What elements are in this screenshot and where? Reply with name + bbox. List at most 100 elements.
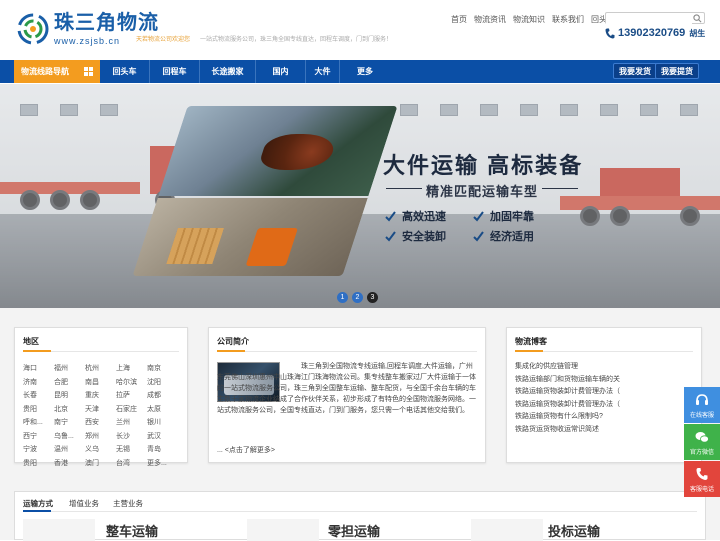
welcome-text: 天若物流公司欢迎您 xyxy=(136,37,191,43)
region-link[interactable]: 太原 xyxy=(147,404,178,416)
region-link[interactable]: 无锡 xyxy=(116,444,147,456)
region-link[interactable]: 台湾 xyxy=(116,458,147,470)
nav-item-long-distance-moving[interactable]: 长途搬家 xyxy=(200,60,256,83)
region-link[interactable]: 福州 xyxy=(54,363,85,375)
service-card-image xyxy=(23,519,95,541)
region-link[interactable]: 天津 xyxy=(85,404,116,416)
region-grid: 海口 福州 杭州 上海 南京 济南 合肥 南昌 哈尔滨 沈阳 长春 昆明 重庆 拉萨 成都 贵阳 北京 天津 石家庄… xyxy=(23,363,178,469)
news-item[interactable]: 集成化的供应链管理 xyxy=(515,361,620,374)
check-icon xyxy=(473,230,484,242)
news-item[interactable]: 铁路运输货物装卸计费管理办法（ xyxy=(515,399,620,412)
feature-item: 经济适用 xyxy=(473,228,561,244)
region-link[interactable]: 海口 xyxy=(23,363,54,375)
region-link[interactable]: 乌鲁... xyxy=(54,431,85,443)
region-link[interactable]: 兰州 xyxy=(116,417,147,429)
phone-number: 13902320769 xyxy=(618,27,686,39)
region-link[interactable]: 南京 xyxy=(147,363,178,375)
float-online-service[interactable]: 在线客服 xyxy=(684,387,720,423)
region-link[interactable]: 长沙 xyxy=(116,431,147,443)
check-icon xyxy=(385,230,396,242)
tab-transport-mode[interactable]: 运输方式 xyxy=(23,498,53,509)
headset-icon xyxy=(696,393,708,405)
news-item[interactable]: 铁路运输货物有什么限制吗? xyxy=(515,411,620,424)
phone-contact: 13902320769 胡生 xyxy=(605,27,705,39)
region-link[interactable]: 石家庄 xyxy=(116,404,147,416)
tab-value-added[interactable]: 增值业务 xyxy=(69,498,99,509)
nav-item-more[interactable]: 更多 xyxy=(340,60,390,83)
news-item[interactable]: 铁路运输部门和货物运输车辆的关 xyxy=(515,374,620,387)
region-link[interactable]: 成都 xyxy=(147,390,178,402)
service-card-bid[interactable]: 投标运输 xyxy=(548,521,600,540)
float-phone[interactable]: 客服电话 xyxy=(684,461,720,497)
service-card-ltl[interactable]: 零担运输 xyxy=(328,521,380,540)
region-link[interactable]: 武汉 xyxy=(147,431,178,443)
route-nav-button[interactable]: 物流线路导航 xyxy=(14,60,100,83)
region-link[interactable]: 贵阳 xyxy=(23,404,54,416)
carousel-dot[interactable]: 1 xyxy=(337,292,348,303)
check-icon xyxy=(385,210,396,222)
region-link[interactable]: 合肥 xyxy=(54,377,85,389)
about-text: 珠三角到全国物流专线运输,回程车调度,大件运输，广州东莞佛山深圳惠州中山珠海江门… xyxy=(217,363,476,414)
nav-item-domestic[interactable]: 国内 xyxy=(256,60,306,83)
region-link[interactable]: 香港 xyxy=(54,458,85,470)
pickup-goods-button[interactable]: 我要提货 xyxy=(655,63,699,79)
banner-title: 大件运输 高标装备 xyxy=(383,153,584,178)
top-link-contact[interactable]: 联系我们 xyxy=(552,14,584,25)
logo-icon xyxy=(16,12,50,46)
banner-subtitle: 精准匹配运输车型 xyxy=(426,184,539,199)
search-input[interactable] xyxy=(606,15,692,26)
region-link[interactable]: 北京 xyxy=(54,404,85,416)
region-link[interactable]: 银川 xyxy=(147,417,178,429)
service-card-ftl[interactable]: 整车运输 xyxy=(106,521,158,540)
grid-icon xyxy=(84,67,93,76)
search-icon[interactable] xyxy=(693,14,702,23)
ship-goods-button[interactable]: 我要发货 xyxy=(613,63,657,79)
about-box: 公司简介 珠三角到全国物流专线运输,回程车调度,大件运输，广州东莞佛山深圳惠州中… xyxy=(208,327,486,463)
region-link[interactable]: 郑州 xyxy=(85,431,116,443)
service-card-image xyxy=(247,519,319,541)
about-more-link[interactable]: ... <点击了解更多> xyxy=(217,445,275,455)
region-link[interactable]: 杭州 xyxy=(85,363,116,375)
wechat-icon xyxy=(695,431,709,443)
tab-main-business[interactable]: 主营业务 xyxy=(113,498,143,509)
phone-contact-name: 胡生 xyxy=(689,28,706,38)
carousel-dot-active[interactable]: 3 xyxy=(367,292,378,303)
news-item[interactable]: 铁路运输货物装卸计费管理办法（ xyxy=(515,386,620,399)
region-link[interactable]: 南昌 xyxy=(85,377,116,389)
region-link[interactable]: 澳门 xyxy=(85,458,116,470)
top-link-home[interactable]: 首页 xyxy=(451,14,467,25)
hero-banner[interactable]: 大件运输 高标装备 精准匹配运输车型 高效迅速 加固牢靠 安全装卸 经济适用 1… xyxy=(0,84,720,308)
region-link[interactable]: 西宁 xyxy=(23,431,54,443)
region-link[interactable]: 昆明 xyxy=(54,390,85,402)
region-link[interactable]: 拉萨 xyxy=(116,390,147,402)
region-link[interactable]: 上海 xyxy=(116,363,147,375)
top-link-knowledge[interactable]: 物流知识 xyxy=(513,14,545,25)
region-link[interactable]: 宁波 xyxy=(23,444,54,456)
region-link[interactable]: 贵阳 xyxy=(23,458,54,470)
check-icon xyxy=(473,210,484,222)
banner-features: 高效迅速 加固牢靠 安全装卸 经济适用 xyxy=(385,208,561,244)
region-link[interactable]: 义乌 xyxy=(85,444,116,456)
carousel-dots: 1 2 3 xyxy=(337,292,378,303)
region-link[interactable]: 西安 xyxy=(85,417,116,429)
nav-item-oversize[interactable]: 大件 xyxy=(306,60,340,83)
region-link[interactable]: 重庆 xyxy=(85,390,116,402)
float-wechat[interactable]: 官方微信 xyxy=(684,424,720,460)
nav-item-return-truck[interactable]: 回头车 xyxy=(100,60,150,83)
news-item[interactable]: 铁路货运货物收运常识简述 xyxy=(515,424,620,437)
region-link[interactable]: 南宁 xyxy=(54,417,85,429)
region-link[interactable]: 青岛 xyxy=(147,444,178,456)
top-links: 首页 物流资讯 物流知识 联系我们 回头车 xyxy=(451,14,615,25)
about-box-title: 公司简介 xyxy=(217,337,249,346)
region-link[interactable]: 哈尔滨 xyxy=(116,377,147,389)
region-box: 地区 海口 福州 杭州 上海 南京 济南 合肥 南昌 哈尔滨 沈阳 长春 昆明 重庆 拉萨 成都 贵阳 北京 天津… xyxy=(14,327,188,467)
carousel-dot[interactable]: 2 xyxy=(352,292,363,303)
region-link[interactable]: 长春 xyxy=(23,390,54,402)
region-link[interactable]: 济南 xyxy=(23,377,54,389)
nav-item-return-trip[interactable]: 回程车 xyxy=(150,60,200,83)
top-link-news[interactable]: 物流资讯 xyxy=(474,14,506,25)
region-link[interactable]: 温州 xyxy=(54,444,85,456)
region-link[interactable]: 沈阳 xyxy=(147,377,178,389)
region-link[interactable]: 呼和... xyxy=(23,417,54,429)
region-link[interactable]: 更多... xyxy=(147,458,178,470)
